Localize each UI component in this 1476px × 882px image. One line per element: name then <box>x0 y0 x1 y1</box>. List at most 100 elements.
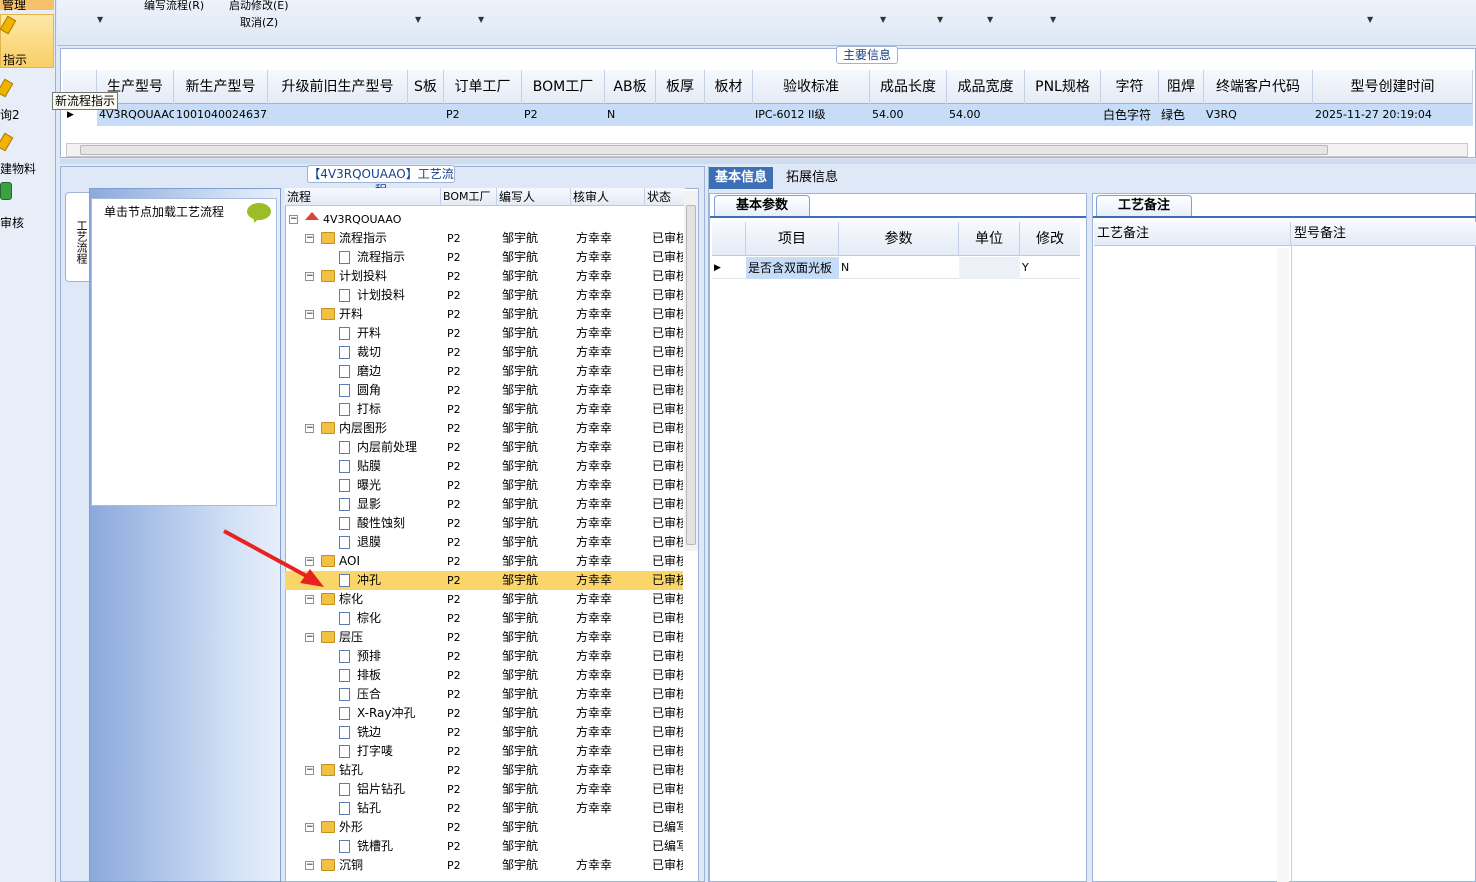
nav-item-manage[interactable]: 管理 <box>0 0 54 12</box>
tree-row[interactable]: − 层压 P2 邹宇航 方幸幸 已审核 <box>285 628 683 647</box>
tree-row[interactable]: − 钻孔 P2 邹宇航 方幸幸 已审核 <box>285 761 683 780</box>
cell-customer[interactable]: V3RQ <box>1204 104 1313 126</box>
cell-char[interactable]: 白色字符 <box>1101 104 1159 126</box>
nav-item-query[interactable]: 询2 <box>0 76 54 122</box>
column-header[interactable]: 成品宽度 <box>947 70 1025 104</box>
column-header[interactable]: 板材 <box>705 70 753 104</box>
tab-basic-params[interactable]: 基本参数 <box>714 195 810 217</box>
cell-material[interactable] <box>705 104 753 126</box>
tree-row[interactable]: 圆角 P2 邹宇航 方幸幸 已审核 <box>285 381 683 400</box>
remark-scrollbar[interactable] <box>1277 248 1289 882</box>
column-header[interactable]: 核审人 <box>571 188 645 206</box>
cell-modify[interactable]: Y <box>1020 257 1080 279</box>
side-tab-flow[interactable]: 工艺流程 <box>65 192 89 282</box>
table-row[interactable]: ▶ 4V3RQOUAAO 10010400246372 P2 P2 N IPC-… <box>63 104 1473 126</box>
dropdown-arrow-icon[interactable]: ▼ <box>880 15 886 24</box>
tree-row[interactable]: 预排 P2 邹宇航 方幸幸 已审核 <box>285 647 683 666</box>
cell-thickness[interactable] <box>656 104 705 126</box>
collapse-toggle-icon[interactable]: − <box>305 766 314 775</box>
cell-item[interactable]: 是否含双面光板 <box>746 257 839 279</box>
cell-order-factory[interactable]: P2 <box>444 104 522 126</box>
tree-row[interactable]: − 内层图形 P2 邹宇航 方幸幸 已审核 <box>285 419 683 438</box>
collapse-toggle-icon[interactable]: − <box>305 310 314 319</box>
tree-row[interactable]: 压合 P2 邹宇航 方幸幸 已审核 <box>285 685 683 704</box>
column-header[interactable]: 参数 <box>839 222 959 256</box>
scrollbar-thumb[interactable] <box>80 145 1328 155</box>
tab-extended-info[interactable]: 拓展信息 <box>780 167 844 189</box>
cell-value[interactable]: N <box>839 257 959 279</box>
cell-width[interactable]: 54.00 <box>947 104 1025 126</box>
tab-process-remark[interactable]: 工艺备注 <box>1096 195 1192 217</box>
column-header[interactable]: PNL规格 <box>1025 70 1101 104</box>
cancel-button[interactable]: 取消(Z) <box>240 14 278 30</box>
column-header[interactable]: 验收标准 <box>753 70 870 104</box>
column-header[interactable]: 新生产型号 <box>174 70 268 104</box>
tree-row[interactable]: 铣边 P2 邹宇航 方幸幸 已审核 <box>285 723 683 742</box>
column-header[interactable]: 单位 <box>959 222 1020 256</box>
tree-row[interactable]: 磨边 P2 邹宇航 方幸幸 已审核 <box>285 362 683 381</box>
collapse-toggle-icon[interactable]: − <box>305 595 314 604</box>
tree-row[interactable]: − 计划投料 P2 邹宇航 方幸幸 已审核 <box>285 267 683 286</box>
nav-item-instruction[interactable]: 指示 <box>0 14 54 68</box>
column-header[interactable]: 成品长度 <box>870 70 947 104</box>
tree-row[interactable]: 退膜 P2 邹宇航 方幸幸 已审核 <box>285 533 683 552</box>
tree-row[interactable]: 流程指示 P2 邹宇航 方幸幸 已审核 <box>285 248 683 267</box>
tree-row[interactable]: 内层前处理 P2 邹宇航 方幸幸 已审核 <box>285 438 683 457</box>
tree-row[interactable]: 棕化 P2 邹宇航 方幸幸 已审核 <box>285 609 683 628</box>
tree-row[interactable]: − 4V3RQOUAAO <box>285 210 683 229</box>
tree-row[interactable]: 计划投料 P2 邹宇航 方幸幸 已审核 <box>285 286 683 305</box>
column-header[interactable]: 升级前旧生产型号 <box>268 70 408 104</box>
column-header[interactable]: 状态 <box>645 188 685 206</box>
cell-unit[interactable] <box>959 257 1020 279</box>
tree-row[interactable]: 打字唛 P2 邹宇航 方幸幸 已审核 <box>285 742 683 761</box>
edit-flow-button[interactable]: 编写流程(R) <box>144 0 204 13</box>
tree-row[interactable]: 钻孔 P2 邹宇航 方幸幸 已审核 <box>285 799 683 818</box>
collapse-toggle-icon[interactable]: − <box>305 424 314 433</box>
tab-basic-info[interactable]: 基本信息 <box>709 167 774 189</box>
start-modify-button[interactable]: 启动修改(E) <box>229 0 289 13</box>
column-header[interactable]: BOM工厂 <box>441 188 497 206</box>
collapse-toggle-icon[interactable]: − <box>305 823 314 832</box>
dropdown-arrow-icon[interactable]: ▼ <box>415 15 421 24</box>
dropdown-arrow-icon[interactable]: ▼ <box>987 15 993 24</box>
cell-old-model[interactable] <box>268 104 408 126</box>
cell-bom-factory[interactable]: P2 <box>522 104 605 126</box>
cell-s-board[interactable] <box>408 104 444 126</box>
tree-row[interactable]: 裁切 P2 邹宇航 方幸幸 已审核 <box>285 343 683 362</box>
column-header[interactable]: BOM工厂 <box>522 70 605 104</box>
column-header[interactable]: 型号创建时间 <box>1313 70 1473 104</box>
column-header[interactable]: AB板 <box>605 70 656 104</box>
tree-row[interactable]: 酸性蚀刻 P2 邹宇航 方幸幸 已审核 <box>285 514 683 533</box>
collapse-toggle-icon[interactable]: − <box>305 272 314 281</box>
splitter[interactable] <box>60 159 1476 164</box>
dropdown-arrow-icon[interactable]: ▼ <box>937 15 943 24</box>
cell-length[interactable]: 54.00 <box>870 104 947 126</box>
nav-item-audit[interactable]: 审核 <box>0 182 54 230</box>
tree-row[interactable]: − 外形 P2 邹宇航 已编写 <box>285 818 683 837</box>
tree-row[interactable]: 显影 P2 邹宇航 方幸幸 已审核 <box>285 495 683 514</box>
tree-row[interactable]: − 棕化 P2 邹宇航 方幸幸 已审核 <box>285 590 683 609</box>
tree-row[interactable]: 铝片钻孔 P2 邹宇航 方幸幸 已审核 <box>285 780 683 799</box>
column-header[interactable]: 流程 <box>285 188 441 206</box>
column-header[interactable]: 字符 <box>1101 70 1159 104</box>
column-header[interactable]: 板厚 <box>656 70 705 104</box>
column-header[interactable]: S板 <box>408 70 444 104</box>
tree-row[interactable]: − 沉铜 P2 邹宇航 方幸幸 已审核 <box>285 856 683 875</box>
column-header[interactable]: 项目 <box>746 222 839 256</box>
tree-row[interactable]: 排板 P2 邹宇航 方幸幸 已审核 <box>285 666 683 685</box>
column-header[interactable]: 编写人 <box>497 188 571 206</box>
cell-mask[interactable]: 绿色 <box>1159 104 1204 126</box>
column-header[interactable]: 修改 <box>1020 222 1080 256</box>
tree-row[interactable]: 打标 P2 邹宇航 方幸幸 已审核 <box>285 400 683 419</box>
tree-row[interactable]: 冲孔 P2 邹宇航 方幸幸 已审核 <box>285 571 683 590</box>
column-header[interactable]: 阻焊 <box>1159 70 1204 104</box>
tree-row[interactable]: − 流程指示 P2 邹宇航 方幸幸 已审核 <box>285 229 683 248</box>
dropdown-arrow-icon[interactable]: ▼ <box>1367 15 1373 24</box>
column-header[interactable]: 订单工厂 <box>444 70 522 104</box>
nav-item-material[interactable]: 建物料 <box>0 130 54 176</box>
tree-row[interactable]: 曝光 P2 邹宇航 方幸幸 已审核 <box>285 476 683 495</box>
dropdown-arrow-icon[interactable]: ▼ <box>1050 15 1056 24</box>
table-row[interactable]: ▶ 是否含双面光板 N Y <box>712 257 1080 279</box>
cell-created[interactable]: 2025-11-27 20:19:04 <box>1313 104 1473 126</box>
tree-row[interactable]: − 开料 P2 邹宇航 方幸幸 已审核 <box>285 305 683 324</box>
